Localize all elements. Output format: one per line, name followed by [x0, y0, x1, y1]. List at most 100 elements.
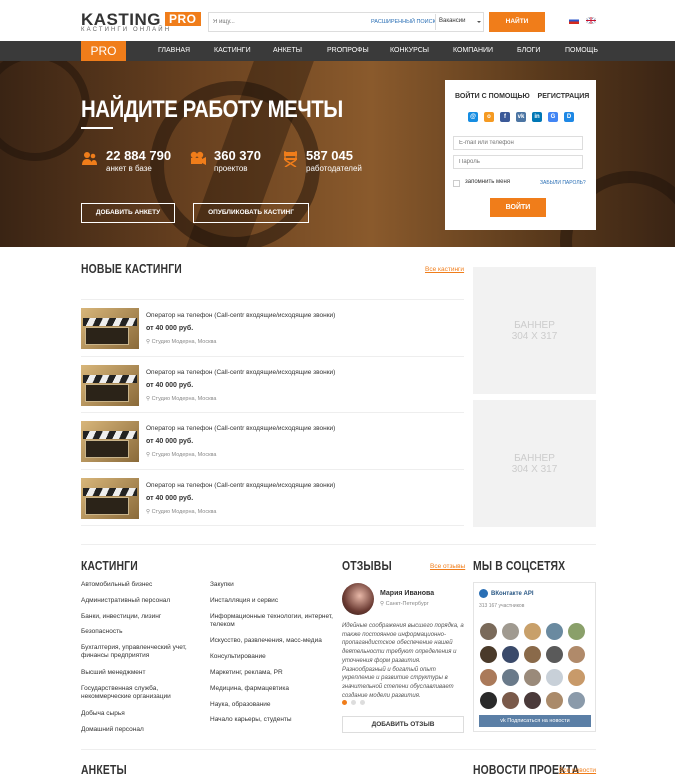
reviews-title: ОТЗЫВЫ: [342, 558, 392, 573]
linkedin-icon[interactable]: in: [532, 112, 542, 122]
member-avatar[interactable]: [524, 669, 541, 686]
member-avatar[interactable]: [546, 646, 563, 663]
tab-register[interactable]: РЕГИСТРАЦИЯ: [538, 93, 590, 100]
casting-card[interactable]: Оператор на телефон (Call-centr входящие…: [81, 412, 464, 469]
nav-item-companies[interactable]: КОМПАНИИ: [453, 41, 493, 61]
nav-item-blogs[interactable]: БЛОГИ: [517, 41, 540, 61]
social-title: МЫ В СОЦСЕТЯХ: [473, 558, 566, 573]
login-button[interactable]: ВОЙТИ: [490, 198, 546, 217]
search-input[interactable]: [213, 16, 363, 28]
forgot-password-link[interactable]: ЗАБЫЛИ ПАРОЛЬ?: [540, 180, 586, 186]
member-avatar[interactable]: [546, 692, 563, 709]
nav-pro[interactable]: PRO: [81, 41, 126, 61]
nav-item-contests[interactable]: КОНКУРСЫ: [390, 41, 429, 61]
all-castings-link[interactable]: Все кастинги: [425, 266, 464, 273]
member-avatar[interactable]: [480, 623, 497, 640]
member-avatar[interactable]: [480, 646, 497, 663]
member-avatar[interactable]: [546, 623, 563, 640]
member-avatar[interactable]: [502, 669, 519, 686]
category-link[interactable]: Информационные технологии, интернет, тел…: [210, 613, 335, 629]
email-field[interactable]: [453, 136, 583, 150]
carousel-dot[interactable]: [351, 700, 356, 705]
category-link[interactable]: Закупки: [210, 581, 234, 589]
flag-en-icon[interactable]: [586, 17, 596, 24]
banner-label: БАННЕР: [514, 453, 555, 464]
ad-banner[interactable]: БАННЕР 304 Х 317: [473, 400, 596, 527]
search-scope-select[interactable]: Вакансии: [435, 14, 484, 30]
casting-card[interactable]: Оператор на телефон (Call-centr входящие…: [81, 469, 464, 526]
member-avatar[interactable]: [568, 623, 585, 640]
category-link[interactable]: Начало карьеры, студенты: [210, 716, 292, 724]
member-avatar[interactable]: [480, 692, 497, 709]
category-link[interactable]: Маркетинг, реклама, PR: [210, 669, 283, 677]
mail-ru-icon[interactable]: @: [468, 112, 478, 122]
flag-ru-icon[interactable]: [569, 17, 579, 24]
remember-label: запомнить меня: [465, 179, 511, 185]
carousel-dot-active[interactable]: [342, 700, 347, 705]
casting-title[interactable]: Оператор на телефон (Call-centr входящие…: [146, 312, 335, 319]
member-avatar[interactable]: [524, 692, 541, 709]
vkontakte-icon[interactable]: vk: [516, 112, 526, 122]
category-link[interactable]: Медицина, фармацевтика: [210, 685, 289, 693]
vk-subscribe-button[interactable]: vk Подписаться на новости: [479, 715, 591, 727]
password-field[interactable]: [453, 155, 583, 169]
category-link[interactable]: Безопасность: [81, 628, 122, 636]
category-link[interactable]: Банки, инвестиции, лизинг: [81, 613, 161, 621]
member-avatar[interactable]: [568, 669, 585, 686]
add-review-button[interactable]: ДОБАВИТЬ ОТЗЫВ: [342, 716, 464, 733]
nav-item-proprofs[interactable]: PROПРОФЫ: [327, 41, 369, 61]
all-reviews-link[interactable]: Все отзывы: [430, 563, 465, 570]
casting-location: ⚲ Студио Модерна, Москва: [146, 396, 216, 402]
category-link[interactable]: Государственная служба, некоммерческие о…: [81, 685, 181, 701]
casting-title[interactable]: Оператор на телефон (Call-centr входящие…: [146, 369, 335, 376]
castings-section-title: НОВЫЕ КАСТИНГИ: [81, 261, 182, 276]
member-avatar[interactable]: [524, 646, 541, 663]
nav-item-home[interactable]: ГЛАВНАЯ: [158, 41, 190, 61]
stat-projects-label: проектов: [214, 164, 248, 173]
member-avatar[interactable]: [524, 623, 541, 640]
odnoklassniki-icon[interactable]: o: [484, 112, 494, 122]
casting-title[interactable]: Оператор на телефон (Call-centr входящие…: [146, 482, 335, 489]
nav-item-castings[interactable]: КАСТИНГИ: [214, 41, 251, 61]
category-link[interactable]: Бухгалтерия, управленческий учет, финанс…: [81, 644, 196, 660]
tab-login-with[interactable]: ВОЙТИ С ПОМОЩЬЮ: [455, 93, 530, 100]
casting-title[interactable]: Оператор на телефон (Call-centr входящие…: [146, 425, 335, 432]
add-profile-button[interactable]: ДОБАВИТЬ АНКЕТУ: [81, 203, 175, 223]
member-avatar[interactable]: [568, 646, 585, 663]
nav-item-profiles[interactable]: АНКЕТЫ: [273, 41, 302, 61]
category-link[interactable]: Консультирование: [210, 653, 266, 661]
login-panel: ВОЙТИ С ПОМОЩЬЮ РЕГИСТРАЦИЯ @ o f vk in …: [445, 80, 596, 230]
search-button[interactable]: НАЙТИ: [489, 12, 545, 32]
category-link[interactable]: Искусство, развлечения, масс-медиа: [210, 637, 322, 645]
casting-thumbnail: [81, 421, 139, 462]
remember-checkbox[interactable]: [453, 180, 460, 187]
member-avatar[interactable]: [546, 669, 563, 686]
member-avatar[interactable]: [502, 692, 519, 709]
member-avatar[interactable]: [568, 692, 585, 709]
category-link[interactable]: Добыча сырья: [81, 710, 125, 718]
category-link[interactable]: Домашний персонал: [81, 726, 144, 734]
reviewer-city: ⚲ Санкт-Петербург: [380, 601, 429, 607]
category-link[interactable]: Административный персонал: [81, 597, 170, 605]
category-link[interactable]: Наука, образование: [210, 701, 271, 709]
category-link[interactable]: Высший менеджмент: [81, 669, 145, 677]
member-avatar[interactable]: [480, 669, 497, 686]
member-avatar[interactable]: [502, 646, 519, 663]
carousel-dot[interactable]: [360, 700, 365, 705]
advanced-search-link[interactable]: РАСШИРЕННЫЙ ПОИСК: [371, 19, 436, 25]
category-link[interactable]: Инсталляция и сервис: [210, 597, 278, 605]
publish-casting-button[interactable]: ОПУБЛИКОВАТЬ КАСТИНГ: [193, 203, 309, 223]
category-link[interactable]: Автомобильный бизнес: [81, 581, 152, 589]
member-avatar[interactable]: [502, 623, 519, 640]
d-icon[interactable]: D: [564, 112, 574, 122]
google-icon[interactable]: G: [548, 112, 558, 122]
nav-item-help[interactable]: ПОМОЩЬ: [565, 41, 598, 61]
casting-card[interactable]: Оператор на телефон (Call-centr входящие…: [81, 299, 464, 356]
vk-group-name[interactable]: ВКонтакте API: [491, 591, 534, 597]
casting-location: ⚲ Студио Модерна, Москва: [146, 452, 216, 458]
casting-card[interactable]: Оператор на телефон (Call-centr входящие…: [81, 356, 464, 413]
casting-location-text: Студио Модерна, Москва: [151, 509, 217, 515]
facebook-icon[interactable]: f: [500, 112, 510, 122]
all-news-link[interactable]: Все новости: [559, 767, 596, 774]
ad-banner[interactable]: БАННЕР 304 Х 317: [473, 267, 596, 394]
